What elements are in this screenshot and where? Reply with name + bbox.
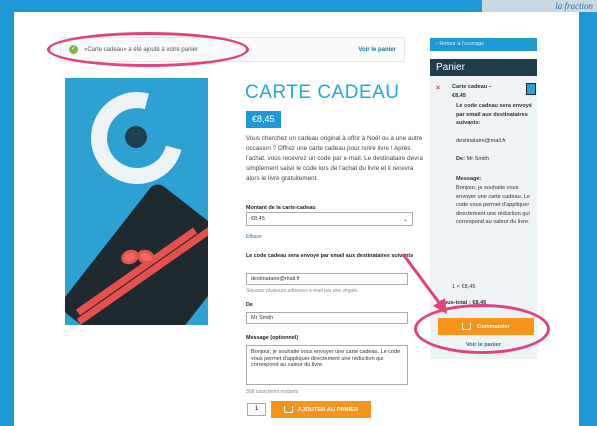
from-name: Mr Smith [466,156,489,162]
highlight-circle-notice [47,32,249,67]
clear-link[interactable]: Effacer [246,234,262,240]
quantity-input[interactable]: 1 [247,403,266,416]
recipients-heading: Le code cadeau sera envoyé par email aux… [456,103,532,126]
product-title: CARTE CADEAU [245,82,400,103]
highlight-circle-order [414,304,550,354]
back-label: Retour à l'ouvrage [439,41,485,47]
add-to-cart-button[interactable]: AJOUTER AU PANIER [271,401,371,418]
from-heading: De: [456,156,466,162]
background-thumbnail-caption: la fraction [482,0,597,12]
message-heading: Message: [456,176,482,182]
gift-card-image [65,78,208,325]
message-text: Bonjour, je souhaite vous envoyer une ca… [456,185,531,225]
amount-value: €8,45 [251,216,265,222]
email-label: Le code cadeau sera envoyé par email aux… [246,253,414,259]
from-label: De [246,302,253,308]
cart-item-price: €8,45 [452,93,466,99]
cart-qty-line: 1 × €8,45 [452,284,476,290]
price-badge: €8,45 [246,111,281,128]
chars-remaining: 308 caractères restants [246,389,299,395]
email-field[interactable]: destinataire@mail.fr [246,273,408,285]
message-label: Message (optionnel) [246,335,299,341]
logo-dot-shape [125,126,147,148]
product-description: Vous cherchez un cadeau original à offri… [246,135,423,182]
add-to-cart-label: AJOUTER AU PANIER [297,406,359,413]
back-to-book-button[interactable]: ‹ Retour à l'ouvrage [430,38,537,51]
amount-select[interactable]: €8,45 ⌄ [246,212,413,226]
email-hint: Séparez plusieurs adresses e-mail par un… [246,288,359,294]
cart-icon [283,406,293,413]
cart-title: Panier [430,59,537,76]
cart-item-thumbnail [526,83,536,95]
recipient-email: destinataire@mail.fr [456,138,506,144]
view-cart-link[interactable]: Voir le panier [358,47,396,53]
amount-label: Montant de la carte-cadeau [246,205,316,211]
bow-icon [119,246,157,276]
remove-item-icon[interactable]: × [436,85,440,92]
from-field[interactable]: Mr Smith [246,312,408,324]
chevron-down-icon: ⌄ [402,217,408,223]
cart-item-name[interactable]: Carte cadeau – [452,83,522,92]
message-field[interactable]: Bonjour, je souhaite vous envoyer une ca… [246,345,408,385]
